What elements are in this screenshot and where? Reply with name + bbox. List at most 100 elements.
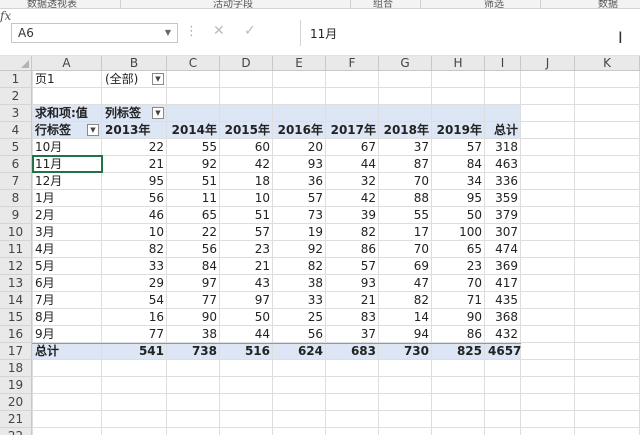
pivot-value-cell[interactable]: 435 xyxy=(485,292,521,309)
pivot-row-label-cell[interactable]: 6月 xyxy=(32,275,102,292)
pivot-value-cell[interactable]: 57 xyxy=(273,190,326,207)
column-header-i[interactable]: I xyxy=(485,56,521,71)
pivot-value-cell[interactable]: 29 xyxy=(102,275,167,292)
pivot-value-cell[interactable]: 70 xyxy=(432,275,485,292)
pivot-filter-label[interactable]: 页1 xyxy=(32,71,102,88)
filter-dropdown-button[interactable]: ▼ xyxy=(152,73,164,85)
row-header[interactable]: 12 xyxy=(0,258,32,275)
pivot-year-header[interactable]: 2017年 xyxy=(326,122,379,139)
pivot-value-cell[interactable]: 88 xyxy=(379,190,432,207)
pivot-value-cell[interactable]: 73 xyxy=(273,207,326,224)
pivot-value-cell[interactable]: 37 xyxy=(326,326,379,343)
pivot-value-cell[interactable]: 65 xyxy=(432,241,485,258)
pivot-value-cell[interactable]: 60 xyxy=(220,139,273,156)
row-header[interactable]: 11 xyxy=(0,241,32,258)
column-header-f[interactable]: F xyxy=(326,56,379,71)
pivot-value-cell[interactable]: 82 xyxy=(273,258,326,275)
pivot-row-label-cell[interactable]: 8月 xyxy=(32,309,102,326)
pivot-value-cell[interactable]: 87 xyxy=(379,156,432,173)
pivot-value-cell[interactable]: 70 xyxy=(379,173,432,190)
row-header[interactable]: 9 xyxy=(0,207,32,224)
pivot-value-cell[interactable]: 90 xyxy=(167,309,220,326)
pivot-value-cell[interactable]: 21 xyxy=(220,258,273,275)
active-cell-selection[interactable] xyxy=(32,155,103,173)
pivot-year-header[interactable]: 2016年 xyxy=(273,122,326,139)
pivot-value-cell[interactable]: 50 xyxy=(432,207,485,224)
row-header[interactable]: 10 xyxy=(0,224,32,241)
pivot-row-label-cell[interactable]: 3月 xyxy=(32,224,102,241)
pivot-year-header[interactable]: 总计 xyxy=(485,122,521,139)
pivot-row-label-cell[interactable]: 12月 xyxy=(32,173,102,190)
row-header[interactable]: 5 xyxy=(0,139,32,156)
pivot-value-cell[interactable]: 92 xyxy=(167,156,220,173)
pivot-value-cell[interactable]: 42 xyxy=(326,190,379,207)
pivot-grand-total-cell[interactable]: 624 xyxy=(273,343,326,360)
pivot-value-cell[interactable]: 44 xyxy=(326,156,379,173)
row-header[interactable]: 16 xyxy=(0,326,32,343)
pivot-value-cell[interactable]: 97 xyxy=(167,275,220,292)
pivot-value-cell[interactable]: 67 xyxy=(326,139,379,156)
row-header[interactable]: 20 xyxy=(0,394,32,411)
pivot-value-cell[interactable]: 21 xyxy=(326,292,379,309)
pivot-value-cell[interactable]: 57 xyxy=(432,139,485,156)
column-header-b[interactable]: B xyxy=(102,56,167,71)
row-header[interactable]: 7 xyxy=(0,173,32,190)
pivot-value-cell[interactable]: 37 xyxy=(379,139,432,156)
pivot-value-cell[interactable]: 70 xyxy=(379,241,432,258)
pivot-year-header[interactable]: 2018年 xyxy=(379,122,432,139)
pivot-value-cell[interactable]: 77 xyxy=(102,326,167,343)
pivot-row-label-cell[interactable]: 10月 xyxy=(32,139,102,156)
pivot-value-label[interactable]: 求和项:值 xyxy=(32,105,102,122)
row-header[interactable]: 3 xyxy=(0,105,32,122)
pivot-value-cell[interactable]: 93 xyxy=(326,275,379,292)
pivot-value-cell[interactable]: 95 xyxy=(102,173,167,190)
pivot-grand-total-cell[interactable]: 516 xyxy=(220,343,273,360)
pivot-value-cell[interactable]: 86 xyxy=(326,241,379,258)
name-box[interactable]: A6 ▼ xyxy=(11,23,178,43)
pivot-value-cell[interactable]: 92 xyxy=(273,241,326,258)
pivot-value-cell[interactable]: 69 xyxy=(379,258,432,275)
pivot-value-cell[interactable]: 84 xyxy=(167,258,220,275)
formula-input[interactable]: 11月 xyxy=(304,23,640,43)
pivot-value-cell[interactable]: 77 xyxy=(167,292,220,309)
pivot-value-cell[interactable]: 38 xyxy=(167,326,220,343)
pivot-value-cell[interactable]: 44 xyxy=(220,326,273,343)
row-header[interactable]: 6 xyxy=(0,156,32,173)
pivot-year-header[interactable]: 2015年 xyxy=(220,122,273,139)
pivot-value-cell[interactable]: 94 xyxy=(379,326,432,343)
row-header[interactable]: 1 xyxy=(0,71,32,88)
pivot-value-cell[interactable]: 56 xyxy=(167,241,220,258)
column-header-g[interactable]: G xyxy=(379,56,432,71)
column-label-dropdown-button[interactable]: ▼ xyxy=(152,107,164,119)
pivot-value-cell[interactable]: 83 xyxy=(326,309,379,326)
column-header-h[interactable]: H xyxy=(432,56,485,71)
column-header-a[interactable]: A xyxy=(32,56,102,71)
pivot-value-cell[interactable]: 39 xyxy=(326,207,379,224)
pivot-grand-total-cell[interactable]: 4657 xyxy=(485,343,521,360)
row-header[interactable]: 4 xyxy=(0,122,32,139)
pivot-value-cell[interactable]: 56 xyxy=(102,190,167,207)
row-header[interactable]: 19 xyxy=(0,377,32,394)
pivot-value-cell[interactable]: 65 xyxy=(167,207,220,224)
pivot-row-label-cell[interactable]: 2月 xyxy=(32,207,102,224)
pivot-value-cell[interactable]: 17 xyxy=(379,224,432,241)
pivot-value-cell[interactable]: 50 xyxy=(220,309,273,326)
pivot-value-cell[interactable]: 82 xyxy=(379,292,432,309)
column-header-j[interactable]: J xyxy=(521,56,575,71)
pivot-value-cell[interactable]: 38 xyxy=(273,275,326,292)
more-options-icon[interactable]: ⋮ xyxy=(185,24,198,39)
pivot-grand-total-cell[interactable]: 541 xyxy=(102,343,167,360)
pivot-value-cell[interactable]: 18 xyxy=(220,173,273,190)
pivot-value-cell[interactable]: 336 xyxy=(485,173,521,190)
cell-area[interactable]: 页1 (全部) ▼ 求和项:值 列标签 ▼ 行标签 ▼ 2013年 2014年 2015年 2016年… xyxy=(32,71,640,435)
pivot-value-cell[interactable]: 71 xyxy=(432,292,485,309)
pivot-value-cell[interactable]: 379 xyxy=(485,207,521,224)
pivot-value-cell[interactable]: 86 xyxy=(432,326,485,343)
row-header[interactable]: 14 xyxy=(0,292,32,309)
pivot-value-cell[interactable]: 82 xyxy=(102,241,167,258)
column-header-c[interactable]: C xyxy=(167,56,220,71)
column-header-k[interactable]: K xyxy=(575,56,640,71)
pivot-year-header[interactable]: 2019年 xyxy=(432,122,485,139)
pivot-value-cell[interactable]: 93 xyxy=(273,156,326,173)
pivot-value-cell[interactable]: 47 xyxy=(379,275,432,292)
